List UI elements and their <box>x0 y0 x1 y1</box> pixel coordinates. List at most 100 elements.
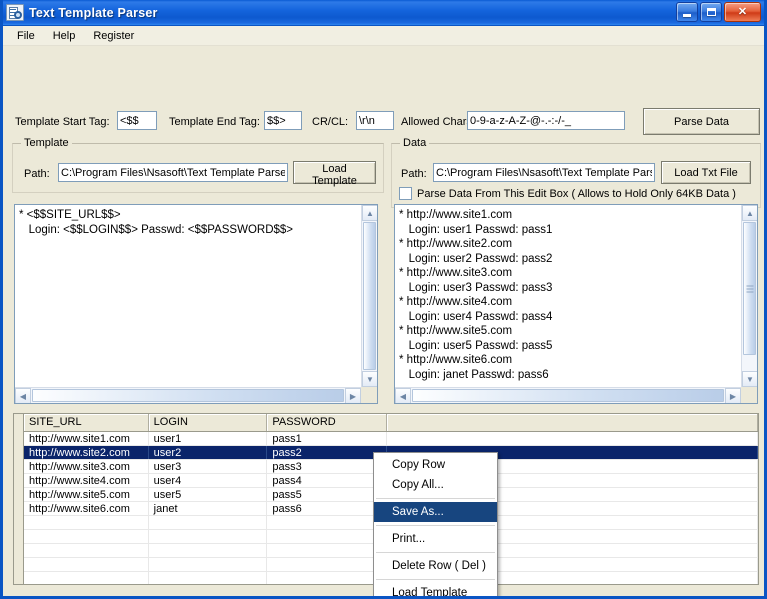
data-editor-vscrollbar[interactable]: ▲ ▼ <box>741 205 757 387</box>
table-cell-empty[interactable] <box>149 544 268 557</box>
table-cell[interactable]: user3 <box>149 460 268 473</box>
menu-item-file[interactable]: File <box>8 28 44 44</box>
table-cell-empty[interactable] <box>267 572 388 584</box>
client-area: Template Start Tag: Template End Tag: CR… <box>3 46 764 596</box>
table-cell[interactable]: http://www.site6.com <box>24 502 149 515</box>
context-menu-item[interactable]: Copy All... <box>374 475 497 495</box>
table-cell-empty[interactable] <box>149 516 268 529</box>
table-cell-empty[interactable] <box>24 558 149 571</box>
grid-row-gutter <box>14 414 24 584</box>
grid-column-header[interactable]: LOGIN <box>148 414 268 431</box>
context-menu-item[interactable]: Load Template <box>374 583 497 596</box>
parse-from-editbox-label: Parse Data From This Edit Box ( Allows t… <box>417 187 736 200</box>
context-menu-item[interactable]: Save As... <box>374 502 497 522</box>
table-cell-empty[interactable] <box>149 558 268 571</box>
scroll-left-icon[interactable]: ◀ <box>15 388 31 403</box>
template-editor[interactable]: * <$$SITE_URL$$> Login: <$$LOGIN$$> Pass… <box>14 204 378 404</box>
template-path-label: Path: <box>24 168 50 180</box>
minimize-button[interactable] <box>676 2 698 22</box>
table-cell[interactable]: janet <box>149 502 268 515</box>
menu-item-register[interactable]: Register <box>84 28 143 44</box>
menu-separator <box>376 579 495 580</box>
app-icon <box>6 4 24 21</box>
table-cell-empty[interactable] <box>149 530 268 543</box>
template-start-tag-input[interactable] <box>117 111 157 130</box>
table-cell-empty[interactable] <box>24 530 149 543</box>
menu-separator <box>376 525 495 526</box>
scroll-left-icon[interactable]: ◀ <box>395 388 411 403</box>
load-template-button[interactable]: Load Template <box>293 161 376 187</box>
grid-header-row: SITE_URL LOGIN PASSWORD <box>24 414 758 432</box>
table-cell[interactable]: http://www.site5.com <box>24 488 149 501</box>
template-editor-vscrollbar[interactable]: ▲ ▼ <box>361 205 377 387</box>
scroll-right-icon[interactable]: ▶ <box>345 388 361 403</box>
table-cell[interactable]: user4 <box>149 474 268 487</box>
table-cell[interactable]: http://www.site3.com <box>24 460 149 473</box>
parse-from-editbox-checkbox[interactable] <box>399 187 412 200</box>
template-editor-hscroll-thumb[interactable] <box>32 389 344 402</box>
parse-data-button[interactable]: Parse Data <box>643 108 760 135</box>
table-cell-empty[interactable] <box>149 572 268 584</box>
maximize-button[interactable] <box>700 2 722 22</box>
table-cell-empty[interactable] <box>267 544 388 557</box>
grid-context-menu[interactable]: Copy Row Copy All... Save As... Print... Del… <box>373 452 498 596</box>
table-cell-empty[interactable] <box>24 516 149 529</box>
grid-column-header[interactable] <box>387 414 758 431</box>
table-cell[interactable]: http://www.site1.com <box>24 432 149 445</box>
parse-from-editbox-checkbox-row[interactable]: Parse Data From This Edit Box ( Allows t… <box>399 187 736 200</box>
template-end-tag-input[interactable] <box>264 111 302 130</box>
scroll-down-icon[interactable]: ▼ <box>362 371 377 387</box>
crcl-input[interactable] <box>356 111 394 130</box>
table-cell[interactable]: user2 <box>149 446 268 459</box>
table-cell[interactable] <box>387 432 758 445</box>
scrollbar-corner <box>361 387 377 403</box>
context-menu-item[interactable]: Delete Row ( Del ) <box>374 556 497 576</box>
allowed-chars-input[interactable] <box>467 111 625 130</box>
menu-bar: File Help Register <box>3 26 764 46</box>
data-editor-vscroll-thumb[interactable] <box>743 222 756 355</box>
grid-column-header[interactable]: PASSWORD <box>267 414 388 431</box>
table-cell-empty[interactable] <box>24 572 149 584</box>
table-cell[interactable]: pass3 <box>267 460 388 473</box>
table-cell[interactable]: user5 <box>149 488 268 501</box>
window-controls: ✕ <box>676 2 761 22</box>
context-menu-item[interactable]: Copy Row <box>374 455 497 475</box>
data-editor-hscrollbar[interactable]: ◀ ▶ <box>395 387 741 403</box>
table-cell-empty[interactable] <box>24 544 149 557</box>
table-cell[interactable]: pass6 <box>267 502 388 515</box>
table-cell[interactable]: pass5 <box>267 488 388 501</box>
scroll-up-icon[interactable]: ▲ <box>362 205 377 221</box>
app-window: Text Template Parser ✕ File Help Registe… <box>0 0 767 599</box>
data-editor-hscroll-thumb[interactable] <box>412 389 724 402</box>
table-cell-empty[interactable] <box>267 558 388 571</box>
table-cell[interactable]: http://www.site4.com <box>24 474 149 487</box>
data-editor[interactable]: * http://www.site1.com Login: user1 Pass… <box>394 204 758 404</box>
template-path-input[interactable] <box>58 163 288 182</box>
table-cell[interactable]: pass4 <box>267 474 388 487</box>
data-path-input[interactable] <box>433 163 655 182</box>
menu-item-help[interactable]: Help <box>44 28 85 44</box>
table-cell-empty[interactable] <box>267 530 388 543</box>
table-cell[interactable]: http://www.site2.com <box>24 446 149 459</box>
table-cell[interactable]: pass2 <box>267 446 388 459</box>
template-editor-vscroll-thumb[interactable] <box>363 222 376 370</box>
table-cell[interactable]: pass1 <box>267 432 388 445</box>
context-menu-item[interactable]: Print... <box>374 529 497 549</box>
data-editor-text[interactable]: * http://www.site1.com Login: user1 Pass… <box>395 205 740 386</box>
scroll-thumb-grip-icon <box>746 283 753 294</box>
template-editor-text[interactable]: * <$$SITE_URL$$> Login: <$$LOGIN$$> Pass… <box>15 205 360 386</box>
load-txt-file-button[interactable]: Load Txt File <box>661 161 751 184</box>
scroll-up-icon[interactable]: ▲ <box>742 205 757 221</box>
title-bar: Text Template Parser ✕ <box>3 0 764 26</box>
scroll-down-icon[interactable]: ▼ <box>742 371 757 387</box>
table-cell[interactable]: user1 <box>149 432 268 445</box>
template-editor-hscrollbar[interactable]: ◀ ▶ <box>15 387 361 403</box>
window-title: Text Template Parser <box>29 5 158 20</box>
table-row[interactable]: http://www.site1.com user1 pass1 <box>24 432 758 446</box>
close-button[interactable]: ✕ <box>724 2 761 22</box>
scrollbar-corner <box>741 387 757 403</box>
table-cell-empty[interactable] <box>267 516 388 529</box>
scroll-right-icon[interactable]: ▶ <box>725 388 741 403</box>
grid-column-header[interactable]: SITE_URL <box>24 414 149 431</box>
close-icon: ✕ <box>737 5 748 18</box>
